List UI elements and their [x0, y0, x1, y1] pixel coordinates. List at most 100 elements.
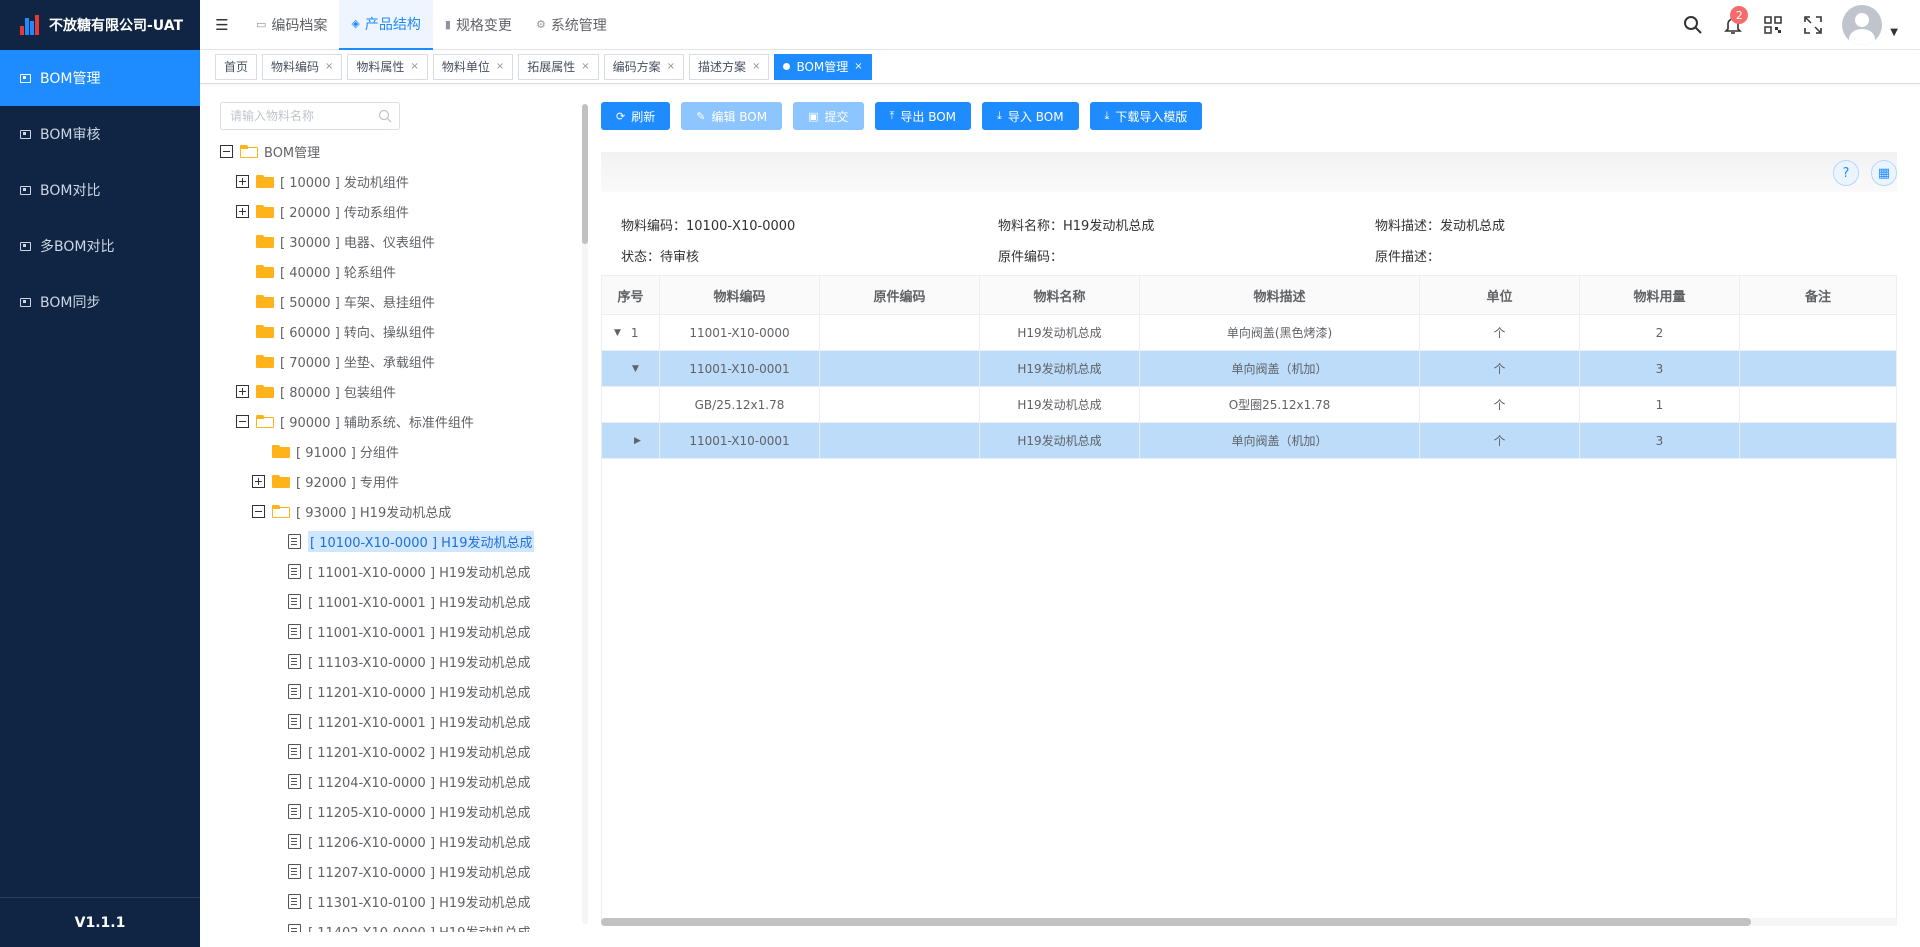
column-header[interactable]: 单位	[1420, 276, 1580, 314]
sidebar-item-2[interactable]: BOM对比	[0, 162, 200, 218]
expand-toggle-icon[interactable]	[252, 474, 265, 488]
tag-2[interactable]: 物料属性 ×	[347, 53, 428, 80]
import-bom-button[interactable]: ⤓ 导入 BOM	[982, 102, 1079, 130]
download-template-button[interactable]: ⤓ 下载导入模版	[1089, 102, 1203, 130]
app-logo[interactable]: 不放糖有限公司-UAT	[0, 0, 200, 50]
edit-bom-button[interactable]: ✎ 编辑 BOM	[681, 102, 783, 130]
tree-node[interactable]: [ 40000 ] 轮系组件	[220, 256, 580, 286]
search-icon[interactable]	[378, 109, 392, 123]
toggle-spacer	[236, 265, 249, 278]
close-icon[interactable]: ×	[325, 61, 333, 72]
sidebar-item-4[interactable]: BOM同步	[0, 274, 200, 330]
column-header[interactable]: 物料描述	[1140, 276, 1420, 314]
tree-node[interactable]: [ 11205-X10-0000 ] H19发动机总成	[220, 796, 580, 826]
table-row[interactable]: ▼ 11001-X10-0001 H19发动机总成 单向阀盖（机加）个 3	[602, 351, 1896, 387]
tree-node[interactable]: [ 93000 ] H19发动机总成	[220, 496, 580, 526]
tree-node[interactable]: [ 10000 ] 发动机组件	[220, 166, 580, 196]
tree-node[interactable]: [ 11001-X10-0000 ] H19发动机总成	[220, 556, 580, 586]
close-icon[interactable]: ×	[496, 61, 504, 72]
table-row[interactable]: GB/25.12x1.78 H19发动机总成 O型圈25.12x1.78 个 1	[602, 387, 1896, 423]
nav-tab-1[interactable]: ◈ 产品结构	[339, 0, 433, 50]
column-settings-button[interactable]: ▦	[1871, 160, 1897, 186]
close-icon[interactable]: ×	[752, 61, 760, 72]
tag-1[interactable]: 物料编码 ×	[262, 53, 343, 80]
table-hscroll[interactable]	[601, 918, 1751, 926]
close-icon[interactable]: ×	[854, 61, 862, 72]
tree-node[interactable]: [ 11201-X10-0000 ] H19发动机总成	[220, 676, 580, 706]
tree-node[interactable]: [ 90000 ] 辅助系统、标准件组件	[220, 406, 580, 436]
close-icon[interactable]: ×	[667, 61, 675, 72]
nav-tab-0[interactable]: ▭ 编码档案	[244, 0, 339, 50]
column-header[interactable]: 备注	[1740, 276, 1896, 314]
cell-note	[1740, 315, 1896, 350]
tree-node[interactable]: [ 20000 ] 传动系组件	[220, 196, 580, 226]
column-header[interactable]: 物料名称	[980, 276, 1140, 314]
close-icon[interactable]: ×	[410, 61, 418, 72]
tag-7[interactable]: BOM管理 ×	[774, 53, 872, 80]
tree-search-input[interactable]	[230, 109, 370, 123]
collapse-menu-button[interactable]: ☰	[200, 16, 244, 34]
submit-button[interactable]: ▣ 提交	[793, 102, 864, 130]
tree-node[interactable]: [ 70000 ] 坐垫、承载组件	[220, 346, 580, 376]
collapse-toggle-icon[interactable]	[252, 504, 265, 518]
cell-orig	[820, 387, 980, 422]
caret-down-icon[interactable]: ▼	[1890, 27, 1898, 38]
qrcode-icon	[1764, 16, 1783, 34]
tree-node[interactable]: [ 60000 ] 转向、操纵组件	[220, 316, 580, 346]
folder-icon	[256, 294, 274, 308]
help-button[interactable]: ?	[1833, 160, 1859, 186]
tree-node-label: [ 70000 ] 坐垫、承载组件	[280, 355, 435, 371]
tree-node[interactable]: [ 11001-X10-0001 ] H19发动机总成	[220, 616, 580, 646]
refresh-button[interactable]: ⟳ 刷新	[601, 102, 671, 130]
tree-node[interactable]: [ 11402-X10-0000 ] H19发动机总成	[220, 916, 580, 932]
close-icon[interactable]: ×	[581, 61, 589, 72]
sidebar-item-3[interactable]: 多BOM对比	[0, 218, 200, 274]
tag-3[interactable]: 物料单位 ×	[432, 53, 514, 80]
search-button[interactable]	[1682, 14, 1704, 36]
tree-node[interactable]: [ 11207-X10-0000 ] H19发动机总成	[220, 856, 580, 886]
expand-toggle-icon[interactable]	[236, 204, 249, 218]
fullscreen-button[interactable]	[1802, 14, 1824, 36]
notification-button[interactable]: 2	[1722, 6, 1749, 36]
nav-tab-2[interactable]: ▮ 规格变更	[433, 0, 524, 50]
tree-node[interactable]: [ 92000 ] 专用件	[220, 466, 580, 496]
tree-node[interactable]: [ 10100-X10-0000 ] H19发动机总成	[220, 526, 580, 556]
tree-node[interactable]: [ 11204-X10-0000 ] H19发动机总成	[220, 766, 580, 796]
tree-node[interactable]: [ 11201-X10-0001 ] H19发动机总成	[220, 706, 580, 736]
tree-root[interactable]: BOM管理	[220, 136, 580, 166]
collapse-toggle-icon[interactable]	[220, 144, 233, 158]
user-avatar[interactable]	[1842, 5, 1883, 45]
collapse-toggle-icon[interactable]	[236, 414, 249, 428]
column-header[interactable]: 原件编码	[820, 276, 980, 314]
caret-down-icon[interactable]: ▼	[632, 364, 639, 374]
tree-scrollbar[interactable]	[582, 104, 588, 244]
column-header[interactable]: 序号	[602, 276, 660, 314]
tree-node[interactable]: [ 11103-X10-0000 ] H19发动机总成	[220, 646, 580, 676]
tag-5[interactable]: 编码方案 ×	[603, 53, 685, 80]
tree-node[interactable]: [ 11201-X10-0002 ] H19发动机总成	[220, 736, 580, 766]
tree-node[interactable]: [ 11206-X10-0000 ] H19发动机总成	[220, 826, 580, 856]
expand-toggle-icon[interactable]	[236, 384, 249, 398]
tag-0[interactable]: 首页	[215, 53, 258, 80]
column-header[interactable]: 物料用量	[1580, 276, 1740, 314]
toggle-spacer	[268, 805, 281, 818]
tag-4[interactable]: 拓展属性 ×	[518, 53, 599, 80]
table-row[interactable]: ▶ 11001-X10-0001 H19发动机总成 单向阀盖（机加）个 3	[602, 423, 1896, 459]
caret-down-icon[interactable]: ▼	[614, 328, 621, 338]
expand-toggle-icon[interactable]	[236, 174, 249, 188]
tree-node[interactable]: [ 11301-X10-0100 ] H19发动机总成	[220, 886, 580, 916]
tree-node[interactable]: [ 80000 ] 包装组件	[220, 376, 580, 406]
qrcode-button[interactable]	[1762, 14, 1784, 36]
sidebar-item-0[interactable]: BOM管理	[0, 50, 200, 106]
caret-right-icon[interactable]: ▶	[634, 436, 641, 446]
nav-tab-3[interactable]: ⚙ 系统管理	[524, 0, 619, 50]
tree-node[interactable]: [ 30000 ] 电器、仪表组件	[220, 226, 580, 256]
tree-node[interactable]: [ 50000 ] 车架、悬挂组件	[220, 286, 580, 316]
tree-node[interactable]: [ 91000 ] 分组件	[220, 436, 580, 466]
table-row[interactable]: ▼ 1 11001-X10-0000 H19发动机总成 单向阀盖(黑色烤漆) 个 2	[602, 315, 1896, 351]
sidebar-item-1[interactable]: BOM审核	[0, 106, 200, 162]
column-header[interactable]: 物料编码	[660, 276, 820, 314]
export-bom-button[interactable]: ⤒ 导出 BOM	[874, 102, 972, 130]
tag-6[interactable]: 描述方案 ×	[689, 53, 770, 80]
tree-node[interactable]: [ 11001-X10-0001 ] H19发动机总成	[220, 586, 580, 616]
